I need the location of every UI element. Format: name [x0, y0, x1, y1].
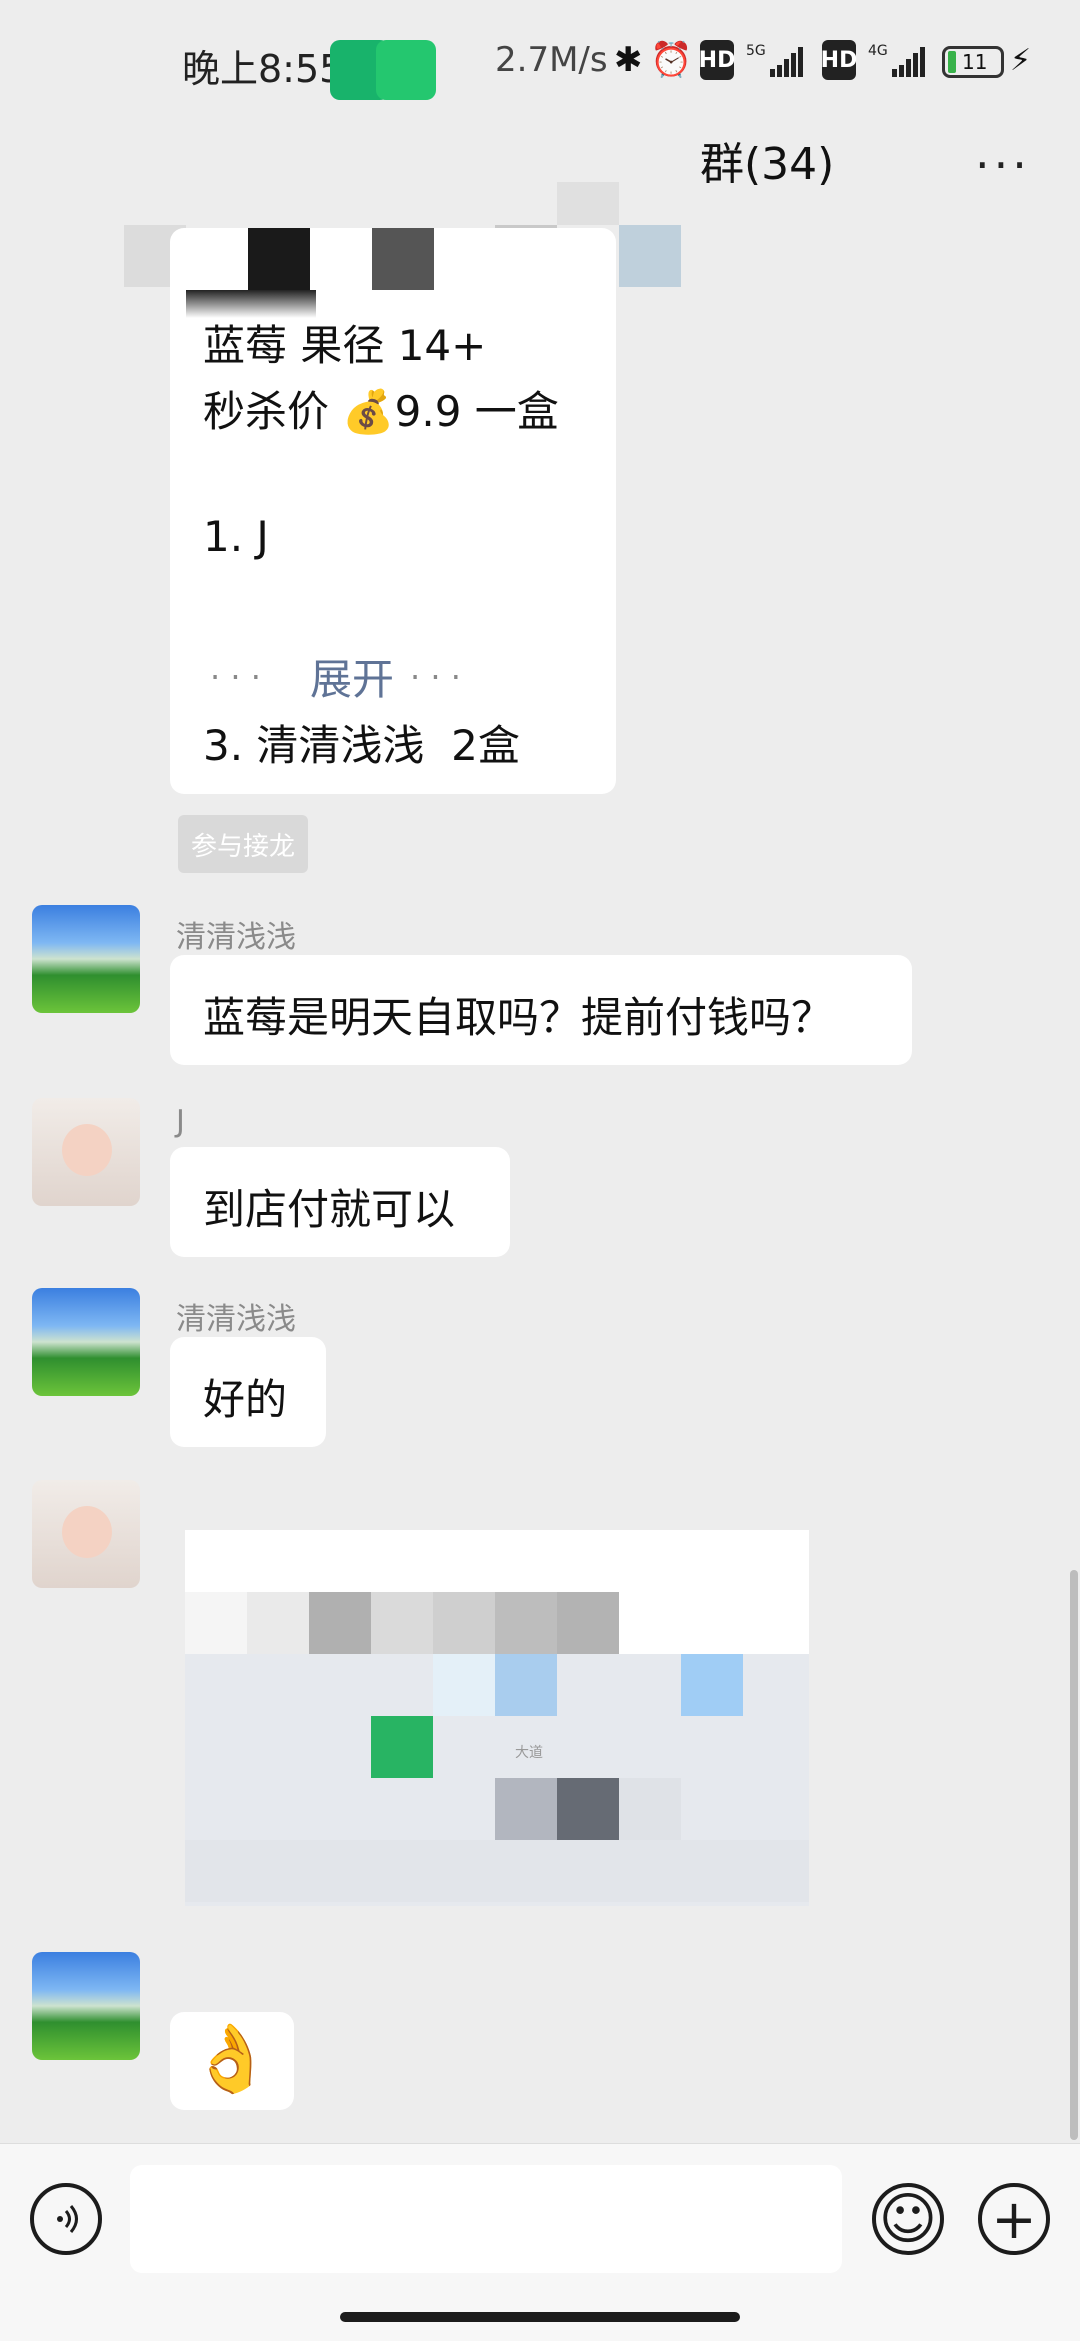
pixel-block — [186, 228, 248, 290]
location-pin-icon — [371, 1716, 433, 1778]
network-speed: 2.7M/s — [495, 40, 608, 80]
wechat-notification-icon — [376, 40, 436, 100]
avatar[interactable] — [32, 1952, 140, 2060]
hd-icon: HD — [699, 40, 735, 80]
avatar[interactable] — [32, 1288, 140, 1396]
message-input[interactable] — [130, 2165, 842, 2273]
battery-level: 11 — [962, 50, 988, 74]
status-bar: 晚上8:55 2.7M/s ✱ ⏰ HD 5G HD 4G 11 ⚡ — [0, 0, 1080, 120]
emoji-icon[interactable]: ☺ — [872, 2183, 944, 2255]
status-time: 晚上8:55 — [182, 47, 344, 91]
expand-dots: · · · — [210, 658, 261, 696]
message-text: 蓝莓是明天自取吗？提前付钱吗？ — [203, 993, 834, 1042]
sender-name: 清清浅浅 — [176, 1302, 296, 1337]
signal-5g-icon: 5G — [744, 40, 804, 80]
plus-icon[interactable]: + — [978, 2183, 1050, 2255]
title-pixel — [619, 225, 681, 287]
sender-name: J — [176, 1104, 185, 1139]
signal-4g-icon: 4G — [866, 40, 926, 80]
scrollbar[interactable] — [1070, 1570, 1078, 2140]
chat-header — [0, 120, 1080, 287]
svg-text:5G: 5G — [746, 43, 766, 59]
alarm-icon: ⏰ — [650, 40, 693, 80]
message-text: 到店付就可以 — [203, 1185, 456, 1234]
chat-title: 群(34) — [700, 139, 835, 190]
voice-icon[interactable] — [30, 2183, 102, 2255]
message-text: 蓝莓 果径 14+ — [203, 321, 487, 370]
pixel-block — [248, 228, 310, 290]
map-road-label: 大道 — [515, 1745, 543, 1761]
pixel-block — [372, 228, 434, 290]
title-pixel — [557, 182, 619, 225]
message-text: 秒杀价 💰9.9 一盒 — [203, 387, 559, 436]
location-card[interactable]: 大道 — [185, 1530, 809, 1906]
battery-icon: 11 — [942, 46, 1004, 78]
join-solitaire-button[interactable]: 参与接龙 — [178, 815, 308, 873]
avatar[interactable] — [32, 1480, 140, 1588]
home-indicator[interactable] — [340, 2312, 740, 2322]
bluetooth-icon: ✱ — [614, 40, 643, 80]
hd-icon-2: HD — [821, 40, 857, 80]
sender-name: 清清浅浅 — [176, 920, 296, 955]
ok-emoji: 👌 — [190, 2020, 273, 2097]
expand-link[interactable]: 展开 — [310, 646, 394, 707]
message-text: 1. J — [203, 512, 269, 561]
message-text: 3. 清清浅浅 2盒 — [203, 721, 520, 770]
svg-text:4G: 4G — [868, 43, 888, 59]
avatar[interactable] — [32, 905, 140, 1013]
expand-dots: · · · — [410, 658, 461, 696]
charging-icon: ⚡ — [1010, 42, 1032, 78]
more-options-button[interactable]: ··· — [975, 138, 1031, 192]
avatar[interactable] — [32, 1098, 140, 1206]
message-text: 好的 — [203, 1375, 288, 1424]
